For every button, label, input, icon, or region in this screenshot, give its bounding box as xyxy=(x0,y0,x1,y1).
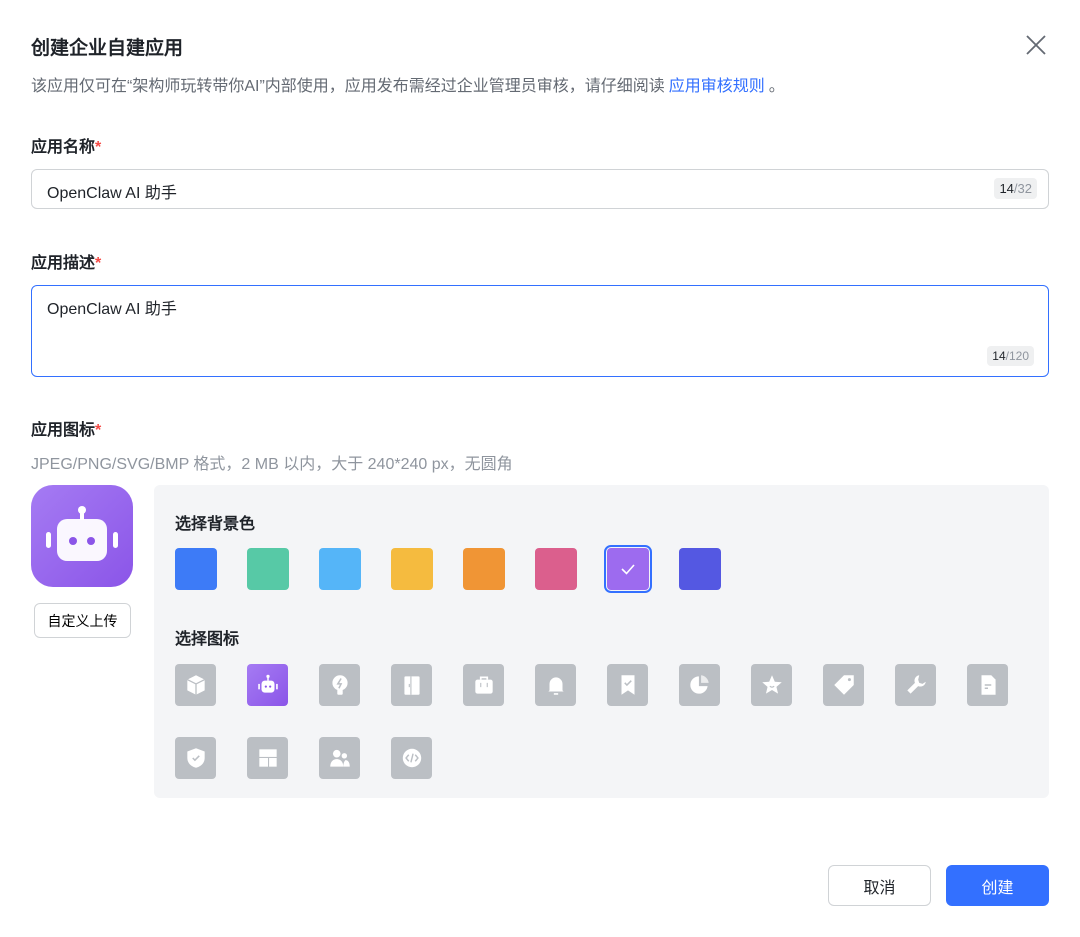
icon-option[interactable] xyxy=(751,664,792,706)
char-count: 14 xyxy=(999,181,1014,196)
subtitle-text: 该应用仅可在“架构师玩转带你AI”内部使用，应用发布需经过企业管理员审核，请仔细… xyxy=(31,78,665,95)
app-icon-preview xyxy=(31,485,133,587)
desc-label: 应用描述* xyxy=(31,249,101,273)
icon-option[interactable] xyxy=(319,737,360,779)
color-swatch[interactable] xyxy=(319,548,361,590)
color-swatch[interactable] xyxy=(391,548,433,590)
lightbulb-icon xyxy=(331,675,348,695)
icon-option[interactable] xyxy=(895,664,936,706)
star-icon xyxy=(761,675,782,694)
document-icon xyxy=(981,675,996,695)
cancel-button[interactable]: 取消 xyxy=(828,865,931,906)
app-name-value: OpenClaw AI 助手 xyxy=(47,185,177,202)
briefcase-icon xyxy=(474,676,493,694)
icon-option[interactable] xyxy=(175,664,216,706)
icon-option[interactable] xyxy=(391,737,432,779)
char-counter: 14/32 xyxy=(994,178,1037,199)
layout-icon xyxy=(258,749,277,767)
app-description-textarea[interactable]: OpenClaw AI 助手 14/120 xyxy=(31,285,1049,377)
icon-picker-panel: 选择背景色 选择图标 xyxy=(154,485,1049,798)
icon-hint: JPEG/PNG/SVG/BMP 格式，2 MB 以内，大于 240*240 p… xyxy=(31,456,513,473)
check-icon xyxy=(621,564,635,575)
icon-option[interactable] xyxy=(319,664,360,706)
bookmark-check-icon xyxy=(621,675,634,695)
name-label-text: 应用名称 xyxy=(31,139,96,156)
icon-option[interactable] xyxy=(823,664,864,706)
tag-icon xyxy=(833,675,854,695)
door-icon xyxy=(403,676,420,695)
char-count: 14 xyxy=(992,349,1006,363)
color-swatch[interactable] xyxy=(463,548,505,590)
pie-chart-icon xyxy=(689,675,709,694)
char-max: /32 xyxy=(1013,181,1032,196)
icon-heading: 选择图标 xyxy=(175,631,240,648)
app-desc-value: OpenClaw AI 助手 xyxy=(47,301,177,318)
color-swatch[interactable] xyxy=(535,548,577,590)
robot-icon xyxy=(257,674,278,693)
icon-option[interactable] xyxy=(607,664,648,706)
required-mark: * xyxy=(95,139,102,156)
desc-label-text: 应用描述 xyxy=(31,255,96,272)
robot-icon xyxy=(46,506,118,561)
name-label: 应用名称* xyxy=(31,133,101,157)
code-icon xyxy=(402,748,421,768)
custom-upload-button[interactable]: 自定义上传 xyxy=(34,603,131,638)
required-mark: * xyxy=(95,422,102,439)
color-swatch[interactable] xyxy=(679,548,721,590)
cube-icon xyxy=(186,675,205,695)
create-button[interactable]: 创建 xyxy=(946,865,1049,906)
char-counter: 14/120 xyxy=(987,346,1034,366)
icon-label-text: 应用图标 xyxy=(31,422,96,439)
icon-option[interactable] xyxy=(247,737,288,779)
icon-option[interactable] xyxy=(175,737,216,779)
color-swatch[interactable] xyxy=(247,548,289,590)
char-max: /120 xyxy=(1005,349,1029,363)
wrench-icon xyxy=(906,675,926,694)
icon-option[interactable] xyxy=(391,664,432,706)
dialog-title: 创建企业自建应用 xyxy=(31,38,184,59)
icon-option[interactable] xyxy=(463,664,504,706)
shield-check-icon xyxy=(186,748,205,768)
icon-option[interactable] xyxy=(679,664,720,706)
users-icon xyxy=(329,749,350,767)
bell-icon xyxy=(547,677,564,695)
close-icon[interactable] xyxy=(1024,33,1048,57)
dialog-subtitle: 该应用仅可在“架构师玩转带你AI”内部使用，应用发布需经过企业管理员审核，请仔细… xyxy=(31,72,785,96)
required-mark: * xyxy=(95,255,102,272)
color-swatch[interactable] xyxy=(175,548,217,590)
app-name-input[interactable]: OpenClaw AI 助手 14/32 xyxy=(31,169,1049,209)
bg-color-heading: 选择背景色 xyxy=(175,516,256,533)
subtitle-end: 。 xyxy=(768,78,785,95)
icon-option[interactable] xyxy=(967,664,1008,706)
icon-option[interactable] xyxy=(247,664,288,706)
icon-option[interactable] xyxy=(535,664,576,706)
color-swatch[interactable] xyxy=(604,545,652,593)
icon-label: 应用图标* xyxy=(31,416,101,440)
review-rules-link[interactable]: 应用审核规则 xyxy=(669,78,765,95)
